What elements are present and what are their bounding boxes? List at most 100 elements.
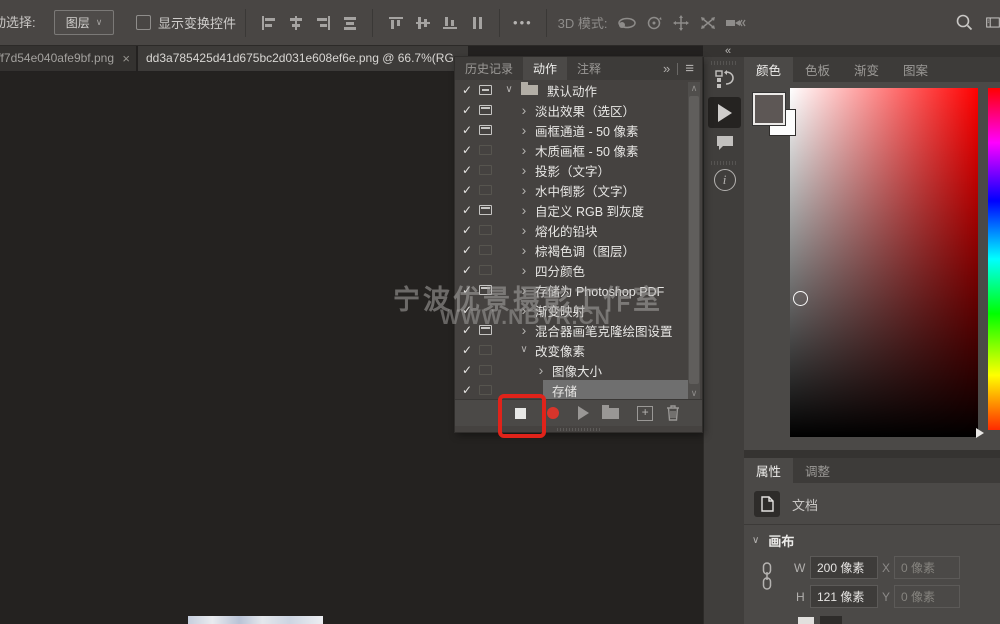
tab-gradients[interactable]: 渐变 — [842, 57, 891, 82]
3d-slide-icon[interactable] — [695, 10, 722, 36]
align-top-edges-icon[interactable] — [382, 10, 409, 36]
expand-arrow-icon[interactable]: › — [516, 203, 532, 217]
expand-arrow-icon[interactable]: › — [516, 323, 532, 337]
align-bottom-edges-icon[interactable] — [436, 10, 463, 36]
y-input[interactable]: 0 像素 — [894, 585, 960, 608]
action-row[interactable]: ✓›水中倒影（文字） — [455, 180, 702, 200]
delete-action-button[interactable] — [659, 400, 687, 426]
dialog-toggle[interactable] — [479, 265, 492, 275]
x-input[interactable]: 0 像素 — [894, 556, 960, 579]
action-label[interactable]: 水中倒影（文字） — [535, 181, 635, 200]
distribute-horizontal-icon[interactable] — [336, 10, 363, 36]
search-icon[interactable] — [951, 10, 978, 36]
document-tab-inactive[interactable]: 4ff7d54e040afe9bf.png × — [0, 45, 136, 71]
tab-patterns[interactable]: 图案 — [891, 57, 940, 82]
action-row[interactable]: ✓ ›自定义 RGB 到灰度 — [455, 200, 702, 220]
align-vertical-centers-icon[interactable] — [409, 10, 436, 36]
action-label[interactable]: 四分颜色 — [535, 261, 585, 280]
panel-resize-handle[interactable] — [455, 426, 702, 432]
scroll-up-icon[interactable]: ∧ — [688, 83, 700, 94]
action-label[interactable]: 存储为 Photoshop PDF — [535, 281, 664, 300]
3d-camera-icon[interactable] — [722, 10, 749, 36]
3d-pan-icon[interactable] — [668, 10, 695, 36]
action-row[interactable]: ✓›熔化的铅块 — [455, 220, 702, 240]
history-panel-icon[interactable] — [704, 69, 745, 89]
show-transform-checkbox[interactable] — [136, 15, 151, 30]
action-label[interactable]: 图像大小 — [552, 361, 602, 380]
action-enabled-check[interactable]: ✓ — [455, 83, 479, 97]
action-enabled-check[interactable]: ✓ — [455, 283, 479, 297]
action-enabled-check[interactable]: ✓ — [455, 203, 479, 217]
dialog-toggle[interactable] — [479, 85, 492, 95]
action-label[interactable]: 自定义 RGB 到灰度 — [535, 201, 644, 220]
expand-arrow-icon[interactable]: › — [533, 363, 549, 377]
align-left-edges-icon[interactable] — [255, 10, 282, 36]
action-row[interactable]: ✓∨改变像素 — [455, 340, 702, 360]
expand-arrow-icon[interactable]: › — [516, 263, 532, 277]
collapse-arrow-icon[interactable]: ∨ — [501, 83, 517, 97]
action-label[interactable]: 熔化的铅块 — [535, 221, 598, 240]
tab-swatches[interactable]: 色板 — [793, 57, 842, 82]
tab-color[interactable]: 颜色 — [744, 57, 793, 82]
close-icon[interactable]: × — [122, 51, 130, 66]
expand-arrow-icon[interactable]: › — [516, 283, 532, 297]
dialog-toggle[interactable] — [479, 345, 492, 355]
dialog-toggle[interactable] — [479, 185, 492, 195]
collapse-panels-icon[interactable]: « — [725, 45, 730, 57]
action-enabled-check[interactable]: ✓ — [455, 323, 479, 337]
action-enabled-check[interactable]: ✓ — [455, 243, 479, 257]
action-row[interactable]: ✓ ›图像大小 — [455, 360, 702, 380]
dialog-toggle[interactable] — [479, 285, 492, 295]
width-input[interactable]: 200 像素 — [810, 556, 878, 579]
dialog-toggle[interactable] — [479, 365, 492, 375]
align-right-edges-icon[interactable] — [309, 10, 336, 36]
action-row[interactable]: ✓ ∨ 默认动作 — [455, 80, 702, 100]
action-enabled-check[interactable]: ✓ — [455, 223, 479, 237]
action-row[interactable]: ✓›木质画框 - 50 像素 — [455, 140, 702, 160]
dialog-toggle[interactable] — [479, 325, 492, 335]
dialog-toggle[interactable] — [479, 105, 492, 115]
action-enabled-check[interactable]: ✓ — [455, 303, 479, 317]
hue-slider[interactable] — [988, 88, 1000, 430]
scrollbar-thumb[interactable] — [689, 96, 699, 384]
tab-properties[interactable]: 属性 — [744, 458, 793, 483]
expand-arrow-icon[interactable]: › — [516, 103, 532, 117]
info-panel-icon[interactable]: i — [704, 169, 745, 191]
tab-adjustments[interactable]: 调整 — [793, 458, 842, 483]
dialog-toggle[interactable] — [479, 145, 492, 155]
action-row[interactable]: ✓ ›存储为 Photoshop PDF — [455, 280, 702, 300]
action-row[interactable]: ✓›渐变映射 — [455, 300, 702, 320]
dialog-toggle[interactable] — [479, 245, 492, 255]
scroll-down-icon[interactable]: ∨ — [688, 388, 700, 399]
dialog-toggle[interactable] — [479, 125, 492, 135]
dialog-toggle[interactable] — [479, 165, 492, 175]
expand-arrow-icon[interactable]: › — [516, 183, 532, 197]
action-label[interactable]: 改变像素 — [535, 341, 585, 360]
tab-notes[interactable]: 注释 — [567, 57, 611, 80]
action-row[interactable]: ✓›淡出效果（选区） — [455, 100, 702, 120]
link-dimensions-icon[interactable] — [761, 561, 773, 591]
action-label[interactable]: 淡出效果（选区） — [535, 101, 635, 120]
panel-expand-icon[interactable]: » — [663, 61, 670, 76]
action-enabled-check[interactable]: ✓ — [455, 263, 479, 277]
action-row[interactable]: ✓›棕褐色调（图层） — [455, 240, 702, 260]
tab-history[interactable]: 历史记录 — [455, 57, 523, 80]
action-enabled-check[interactable]: ✓ — [455, 363, 479, 377]
action-enabled-check[interactable]: ✓ — [455, 123, 479, 137]
action-row[interactable]: ✓›混合器画笔克隆绘图设置 — [455, 320, 702, 340]
play-action-button[interactable] — [569, 400, 597, 426]
action-label[interactable]: 投影（文字） — [535, 161, 610, 180]
3d-roll-icon[interactable] — [641, 10, 668, 36]
actions-scrollbar[interactable]: ∧ ∨ — [688, 82, 700, 400]
workspace-icon[interactable] — [986, 10, 1000, 36]
notes-panel-icon[interactable] — [704, 134, 745, 152]
foreground-color-swatch[interactable] — [753, 93, 785, 125]
distribute-vertical-icon[interactable] — [463, 10, 490, 36]
action-label[interactable]: 画框通道 - 50 像素 — [535, 121, 639, 140]
action-label[interactable]: 默认动作 — [547, 81, 597, 100]
action-label[interactable]: 棕褐色调（图层） — [535, 241, 635, 260]
action-label[interactable]: 渐变映射 — [535, 301, 585, 320]
new-action-button[interactable]: + — [631, 400, 659, 426]
document-tab-active[interactable]: dd3a785425d41d675bc2d031e608ef6e.png @ 6… — [138, 45, 468, 71]
action-row[interactable]: ✓›画框通道 - 50 像素 — [455, 120, 702, 140]
